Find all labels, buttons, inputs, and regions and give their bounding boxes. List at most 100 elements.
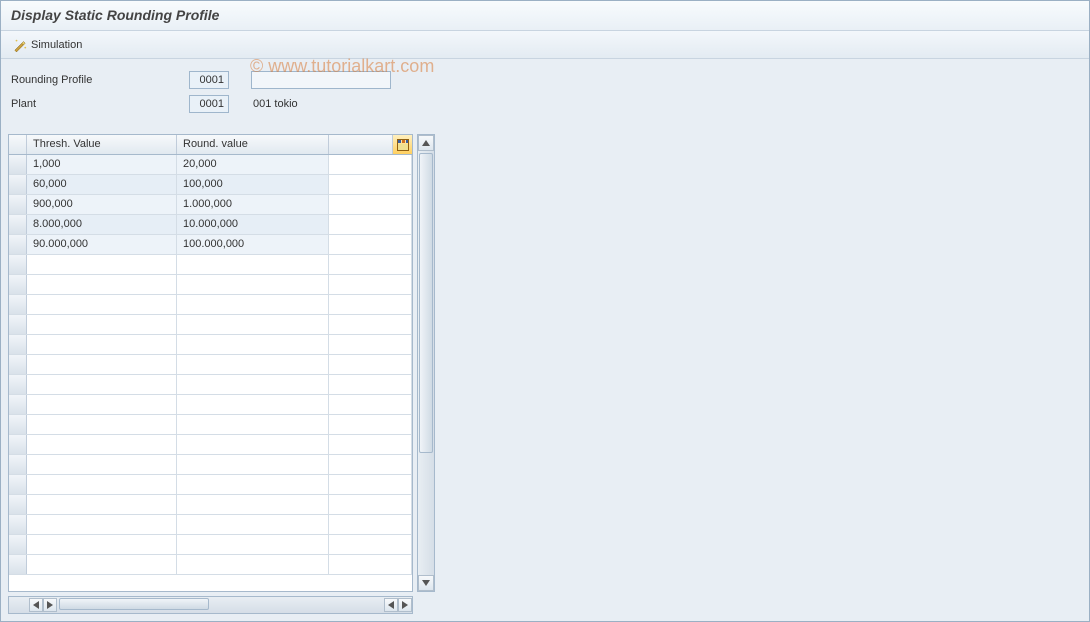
cell-round[interactable]: 10.000,000 [177, 215, 329, 234]
cell-round[interactable] [177, 555, 329, 574]
row-selector[interactable] [9, 475, 27, 494]
grid-container: Thresh. Value Round. value 1,00020,00060… [8, 134, 435, 614]
cell-round[interactable] [177, 415, 329, 434]
cell-round[interactable]: 100.000,000 [177, 235, 329, 254]
table-row [9, 275, 412, 295]
grid-config-button[interactable] [392, 135, 412, 154]
row-selector[interactable] [9, 315, 27, 334]
row-selector[interactable] [9, 415, 27, 434]
row-selector[interactable] [9, 375, 27, 394]
cell-thresh[interactable] [27, 375, 177, 394]
scroll-right-button[interactable] [398, 598, 412, 612]
cell-thresh[interactable] [27, 495, 177, 514]
row-selector[interactable] [9, 255, 27, 274]
cell-round[interactable] [177, 395, 329, 414]
cell-round[interactable] [177, 295, 329, 314]
row-selector[interactable] [9, 195, 27, 214]
scroll-left-button-2[interactable] [384, 598, 398, 612]
row-selector[interactable] [9, 355, 27, 374]
table-row [9, 475, 412, 495]
cell-round[interactable] [177, 375, 329, 394]
cell-thresh[interactable] [27, 395, 177, 414]
cell-round[interactable] [177, 275, 329, 294]
cell-blank [329, 515, 412, 534]
cell-thresh[interactable] [27, 295, 177, 314]
cell-round[interactable] [177, 255, 329, 274]
row-selector[interactable] [9, 155, 27, 174]
cell-thresh[interactable] [27, 555, 177, 574]
scroll-right-button-inner[interactable] [43, 598, 57, 612]
row-selector[interactable] [9, 495, 27, 514]
cell-thresh[interactable]: 90.000,000 [27, 235, 177, 254]
chevron-left-icon [388, 601, 394, 609]
cell-thresh[interactable] [27, 335, 177, 354]
table-row [9, 395, 412, 415]
row-selector[interactable] [9, 215, 27, 234]
cell-round[interactable] [177, 355, 329, 374]
cell-round[interactable] [177, 435, 329, 454]
scroll-down-button[interactable] [418, 575, 434, 591]
scroll-thumb-horizontal[interactable] [59, 598, 209, 610]
simulation-button[interactable]: Simulation [9, 36, 86, 54]
cell-thresh[interactable]: 1,000 [27, 155, 177, 174]
cell-blank [329, 235, 412, 254]
cell-thresh[interactable]: 900,000 [27, 195, 177, 214]
row-selector[interactable] [9, 435, 27, 454]
cell-thresh[interactable] [27, 275, 177, 294]
toolbar: Simulation [1, 31, 1089, 59]
plant-desc: 001 tokio [253, 98, 298, 110]
cell-thresh[interactable] [27, 535, 177, 554]
cell-thresh[interactable] [27, 435, 177, 454]
row-selector[interactable] [9, 555, 27, 574]
grid-header-thresh[interactable]: Thresh. Value [27, 135, 177, 154]
cell-round[interactable] [177, 475, 329, 494]
row-selector[interactable] [9, 175, 27, 194]
rounding-grid: Thresh. Value Round. value 1,00020,00060… [8, 134, 413, 592]
cell-thresh[interactable] [27, 315, 177, 334]
cell-round[interactable]: 1.000,000 [177, 195, 329, 214]
cell-round[interactable] [177, 315, 329, 334]
cell-thresh[interactable] [27, 475, 177, 494]
rounding-profile-field[interactable] [189, 71, 229, 89]
grid-header: Thresh. Value Round. value [9, 135, 412, 155]
cell-thresh[interactable] [27, 355, 177, 374]
cell-round[interactable] [177, 515, 329, 534]
cell-thresh[interactable] [27, 455, 177, 474]
cell-round[interactable] [177, 495, 329, 514]
row-selector[interactable] [9, 275, 27, 294]
cell-round[interactable] [177, 535, 329, 554]
grid-header-round[interactable]: Round. value [177, 135, 329, 154]
row-selector[interactable] [9, 395, 27, 414]
scroll-thumb-vertical[interactable] [419, 153, 433, 453]
cell-round[interactable] [177, 335, 329, 354]
row-selector[interactable] [9, 455, 27, 474]
scroll-up-button[interactable] [418, 135, 434, 151]
rounding-profile-label: Rounding Profile [9, 74, 189, 86]
table-row [9, 455, 412, 475]
cell-thresh[interactable]: 8.000,000 [27, 215, 177, 234]
cell-blank [329, 475, 412, 494]
row-selector[interactable] [9, 235, 27, 254]
plant-field[interactable] [189, 95, 229, 113]
cell-round[interactable]: 100,000 [177, 175, 329, 194]
grid-horizontal-scrollbar[interactable] [8, 596, 413, 614]
row-selector[interactable] [9, 295, 27, 314]
cell-blank [329, 215, 412, 234]
cell-blank [329, 455, 412, 474]
cell-blank [329, 255, 412, 274]
grid-header-select[interactable] [9, 135, 27, 154]
cell-blank [329, 435, 412, 454]
scroll-track-vertical[interactable] [418, 151, 434, 575]
row-selector[interactable] [9, 515, 27, 534]
scroll-track-horizontal[interactable] [59, 598, 232, 612]
scroll-left-button[interactable] [29, 598, 43, 612]
cell-round[interactable]: 20,000 [177, 155, 329, 174]
row-selector[interactable] [9, 335, 27, 354]
cell-thresh[interactable]: 60,000 [27, 175, 177, 194]
grid-vertical-scrollbar[interactable] [417, 134, 435, 592]
row-selector[interactable] [9, 535, 27, 554]
cell-thresh[interactable] [27, 515, 177, 534]
cell-thresh[interactable] [27, 255, 177, 274]
cell-round[interactable] [177, 455, 329, 474]
cell-thresh[interactable] [27, 415, 177, 434]
